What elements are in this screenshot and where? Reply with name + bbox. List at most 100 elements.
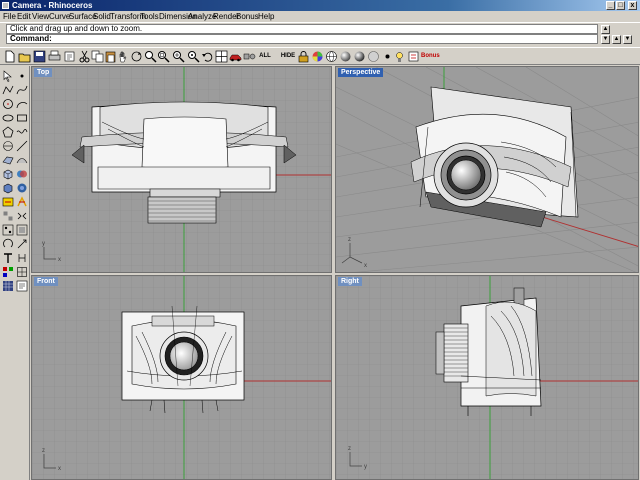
layer-icon[interactable]: [2, 196, 14, 208]
color-wheel-icon[interactable]: [311, 50, 324, 63]
standard-toolbar: ALL HIDE Bonus: [0, 47, 640, 65]
command-input[interactable]: Command:: [6, 34, 598, 44]
print-icon[interactable]: [48, 50, 61, 63]
menu-curve[interactable]: Curve: [49, 12, 70, 22]
rotate-view-icon[interactable]: [130, 50, 143, 63]
zoom-window-icon[interactable]: [157, 50, 170, 63]
line-tool-icon[interactable]: [16, 140, 28, 152]
rectangle-icon[interactable]: [16, 112, 28, 124]
close-button[interactable]: x: [628, 1, 637, 10]
viewport-top[interactable]: y x Top: [31, 66, 332, 273]
point-tool-icon[interactable]: [16, 70, 28, 82]
zoom-dynamic-icon[interactable]: [144, 50, 157, 63]
viewport-front[interactable]: z x Front: [31, 275, 332, 480]
box-icon[interactable]: [2, 168, 14, 180]
command-history: Click and drag up and down to zoom.: [6, 24, 598, 34]
new-icon[interactable]: [3, 50, 16, 63]
four-viewports-icon[interactable]: [215, 50, 228, 63]
show-objects-icon[interactable]: [243, 50, 256, 63]
menu-bar: File Edit View Curve Surface Solid Trans…: [0, 11, 640, 23]
command-options-icon[interactable]: ▼: [623, 35, 632, 44]
ghosted-sphere-icon[interactable]: [367, 50, 380, 63]
surface-icon[interactable]: [2, 154, 14, 166]
copy-tool-icon[interactable]: [16, 224, 28, 236]
top-axis-x-label: x: [58, 257, 61, 263]
copy-icon[interactable]: [91, 50, 104, 63]
trim-icon[interactable]: [16, 196, 28, 208]
persp-axis-z-label: z: [348, 237, 351, 243]
main-toolbar-left: [0, 66, 30, 480]
viewport-perspective[interactable]: z x Perspective: [335, 66, 639, 273]
right-axis-y-label: y: [364, 464, 367, 470]
analyze-icon[interactable]: [2, 266, 14, 278]
history-scroll-up-icon[interactable]: ▲: [601, 25, 610, 34]
right-view-canvas: z y: [336, 276, 638, 479]
bonus-tools-button[interactable]: Bonus: [421, 50, 440, 63]
rotate-icon[interactable]: [2, 238, 14, 250]
circle-icon[interactable]: [2, 98, 14, 110]
polygon-icon[interactable]: [2, 126, 14, 138]
menu-tools[interactable]: Tools: [140, 12, 159, 22]
menu-view[interactable]: View: [32, 12, 49, 22]
menu-help[interactable]: Help: [258, 12, 274, 22]
move-icon[interactable]: [2, 224, 14, 236]
front-axis-z-label: z: [42, 448, 45, 454]
loft-icon[interactable]: [16, 154, 28, 166]
lock-icon[interactable]: [297, 50, 310, 63]
shaded-sphere-icon[interactable]: [339, 50, 352, 63]
viewport-title-top[interactable]: Top: [34, 68, 53, 77]
viewport-right[interactable]: z y Right: [335, 275, 639, 480]
boolean-icon[interactable]: [16, 168, 28, 180]
pan-icon[interactable]: [117, 50, 130, 63]
command-dropdown-icon[interactable]: ▼: [601, 35, 610, 44]
viewport-title-front[interactable]: Front: [34, 277, 58, 286]
save-icon[interactable]: [33, 50, 46, 63]
window-title: Camera - Rhinoceros: [12, 1, 93, 10]
explode-icon[interactable]: [2, 210, 14, 222]
properties-icon[interactable]: [63, 50, 76, 63]
arc-icon[interactable]: [16, 98, 28, 110]
text-icon[interactable]: [2, 252, 14, 264]
ellipse-icon[interactable]: [2, 112, 14, 124]
light-icon[interactable]: [393, 50, 406, 63]
polyline-icon[interactable]: [2, 84, 14, 96]
rendered-sphere-icon[interactable]: [353, 50, 366, 63]
grid-icon[interactable]: [2, 280, 14, 292]
front-view-canvas: z x: [32, 276, 331, 479]
app-icon: [2, 2, 9, 9]
zoom-selected-icon[interactable]: [187, 50, 200, 63]
curve-icon[interactable]: [16, 84, 28, 96]
show-all-button[interactable]: ALL: [257, 50, 273, 63]
menu-file[interactable]: File: [3, 12, 16, 22]
render-car-icon[interactable]: [229, 50, 242, 63]
menu-solid[interactable]: Solid: [93, 12, 111, 22]
perspective-view-canvas: z x: [336, 67, 638, 272]
viewport-title-right[interactable]: Right: [338, 277, 362, 286]
paste-icon[interactable]: [104, 50, 117, 63]
zoom-extents-icon[interactable]: [172, 50, 185, 63]
scale-icon[interactable]: [16, 238, 28, 250]
cut-icon[interactable]: [78, 50, 91, 63]
helix-icon[interactable]: [2, 140, 14, 152]
snap-icon[interactable]: [16, 266, 28, 278]
top-view-canvas: y x: [32, 67, 331, 272]
select-arrow-icon[interactable]: [2, 70, 14, 82]
hide-button[interactable]: HIDE: [280, 50, 296, 63]
menu-bonus[interactable]: Bonus: [236, 12, 259, 22]
undo-view-icon[interactable]: [201, 50, 214, 63]
right-axis-z-label: z: [348, 446, 351, 452]
freeform-icon[interactable]: [16, 126, 28, 138]
render-icon[interactable]: [16, 280, 28, 292]
sphere-solid-icon[interactable]: [2, 182, 14, 194]
minimize-button[interactable]: _: [606, 1, 615, 10]
join-icon[interactable]: [16, 210, 28, 222]
wireframe-sphere-icon[interactable]: [325, 50, 338, 63]
menu-edit[interactable]: Edit: [17, 12, 31, 22]
maximize-button[interactable]: □: [616, 1, 625, 10]
dimension-icon[interactable]: [16, 252, 28, 264]
command-scroll-icon[interactable]: ▲: [612, 35, 621, 44]
open-icon[interactable]: [18, 50, 31, 63]
mesh-icon[interactable]: [16, 182, 28, 194]
viewport-title-perspective[interactable]: Perspective: [338, 68, 384, 77]
options-icon[interactable]: [407, 50, 420, 63]
